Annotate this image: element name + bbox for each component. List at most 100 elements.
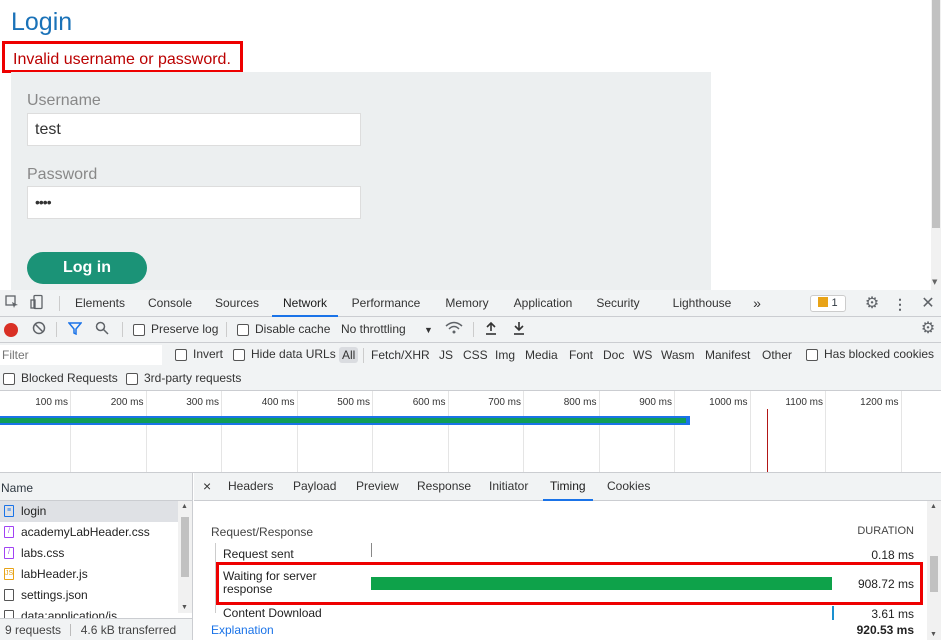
scroll-up-icon[interactable]: ▲ [930, 503, 937, 510]
file-icon [4, 589, 14, 601]
login-error-message: Invalid username or password. [2, 41, 243, 73]
close-devtools-icon[interactable]: ✕ [918, 294, 938, 314]
tab-memory[interactable]: Memory [437, 290, 497, 317]
record-icon[interactable] [4, 323, 18, 337]
login-button[interactable]: Log in [27, 252, 147, 284]
filter-type-media[interactable]: Media [522, 347, 561, 363]
tab-response[interactable]: Response [417, 473, 471, 501]
timeline-gridline [221, 391, 222, 472]
divider [59, 296, 60, 311]
details-scrollbar-thumb[interactable] [930, 556, 938, 592]
scroll-up-icon[interactable]: ▲ [181, 503, 188, 510]
timeline-tick-label: 1100 ms [785, 397, 823, 408]
scroll-down-icon[interactable]: ▼ [932, 278, 937, 286]
tab-network[interactable]: Network [272, 290, 338, 317]
divider [56, 322, 57, 337]
blocked-requests-label: Blocked Requests [21, 371, 118, 385]
password-label: Password [27, 166, 98, 183]
tab-security[interactable]: Security [590, 290, 646, 317]
request-list-scrollbar[interactable]: ▲ ▼ [178, 501, 192, 613]
tab-performance[interactable]: Performance [344, 290, 428, 317]
details-scrollbar[interactable]: ▲ ▼ [927, 501, 941, 640]
request-name: academyLabHeader.css [21, 525, 150, 539]
tab-preview[interactable]: Preview [356, 473, 399, 501]
third-party-requests-checkbox[interactable] [126, 373, 138, 385]
password-field[interactable]: •••• [27, 186, 361, 219]
name-column-header[interactable]: Name [0, 473, 192, 501]
search-icon[interactable] [92, 320, 112, 340]
timing-section-title: Request/Response [211, 525, 314, 539]
request-row[interactable]: JS labHeader.js [0, 564, 178, 585]
tab-console[interactable]: Console [139, 290, 201, 317]
duration-column-header: DURATION [857, 525, 914, 537]
network-overview-timeline[interactable]: 100 ms 200 ms 300 ms 400 ms 500 ms 600 ms 700 … [0, 391, 941, 473]
request-row[interactable]: settings.json [0, 585, 178, 606]
request-list-scrollbar-thumb[interactable] [181, 517, 189, 577]
issues-badge[interactable]: 1 [810, 295, 846, 312]
tab-application[interactable]: Application [505, 290, 581, 317]
filter-type-js[interactable]: JS [436, 347, 456, 363]
tab-timing[interactable]: Timing [543, 473, 593, 501]
request-name: labs.css [21, 546, 65, 560]
request-row[interactable]: / labs.css [0, 543, 178, 564]
timeline-gridline [447, 391, 449, 472]
filter-type-fetch-xhr[interactable]: Fetch/XHR [368, 347, 433, 363]
disable-cache-label: Disable cache [255, 322, 331, 336]
filter-type-ws[interactable]: WS [630, 347, 655, 363]
timeline-tick-label: 400 ms [261, 397, 295, 408]
network-settings-gear-icon[interactable]: ⚙ [918, 319, 938, 339]
tab-elements[interactable]: Elements [67, 290, 133, 317]
import-har-icon[interactable] [481, 320, 501, 340]
tab-lighthouse[interactable]: Lighthouse [665, 290, 739, 317]
filter-type-other[interactable]: Other [759, 347, 795, 363]
hide-data-urls-checkbox[interactable] [233, 349, 245, 361]
request-row[interactable]: ≡ login [0, 501, 178, 522]
kebab-menu-icon[interactable]: ⋮ [890, 294, 910, 314]
clear-icon[interactable] [29, 320, 49, 340]
blocked-requests-checkbox[interactable] [3, 373, 15, 385]
filter-type-font[interactable]: Font [566, 347, 596, 363]
tab-headers[interactable]: Headers [228, 473, 273, 501]
network-conditions-icon[interactable] [444, 320, 464, 340]
filter-input[interactable] [0, 345, 162, 365]
has-blocked-cookies-checkbox[interactable] [806, 349, 818, 361]
tab-payload[interactable]: Payload [293, 473, 336, 501]
device-toolbar-icon[interactable] [27, 294, 47, 314]
timeline-tick-label: 13 [914, 397, 941, 408]
timeline-gridline [145, 391, 147, 472]
dropdown-arrow-icon[interactable]: ▼ [424, 325, 433, 335]
timeline-tick-label: 900 ms [639, 397, 672, 408]
filter-type-wasm[interactable]: Wasm [658, 347, 698, 363]
filter-type-img[interactable]: Img [492, 347, 518, 363]
page-scrollbar-thumb[interactable] [932, 0, 940, 228]
inspect-element-icon[interactable] [2, 294, 22, 314]
filter-type-manifest[interactable]: Manifest [702, 347, 753, 363]
filter-type-doc[interactable]: Doc [600, 347, 627, 363]
filter-funnel-icon[interactable] [65, 320, 85, 340]
invert-checkbox[interactable] [175, 349, 187, 361]
username-field[interactable]: test [27, 113, 361, 146]
timeline-tick-label: 700 ms [488, 397, 521, 408]
tab-cookies[interactable]: Cookies [607, 473, 650, 501]
filter-type-all[interactable]: All [339, 347, 359, 363]
more-tabs-icon[interactable]: » [748, 290, 766, 317]
export-har-icon[interactable] [509, 320, 529, 340]
invert-label: Invert [193, 347, 224, 361]
css-icon: / [4, 547, 14, 559]
close-details-icon[interactable]: × [203, 473, 211, 501]
throttling-select[interactable]: No throttling [341, 322, 406, 336]
network-toolbar: Preserve log Disable cache No throttling… [0, 317, 941, 343]
tab-initiator[interactable]: Initiator [489, 473, 528, 501]
web-page: Login Invalid username or password. User… [0, 0, 941, 290]
page-scrollbar[interactable]: ▼ [931, 0, 941, 290]
filter-type-css[interactable]: CSS [460, 347, 491, 363]
scroll-down-icon[interactable]: ▼ [181, 604, 188, 611]
settings-gear-icon[interactable]: ⚙ [862, 294, 882, 314]
tab-sources[interactable]: Sources [207, 290, 267, 317]
disable-cache-checkbox[interactable] [237, 324, 249, 336]
issue-flag-icon [818, 297, 829, 307]
scroll-down-icon[interactable]: ▼ [930, 631, 937, 638]
explanation-link[interactable]: Explanation [211, 623, 274, 637]
preserve-log-checkbox[interactable] [133, 324, 145, 336]
request-row[interactable]: / academyLabHeader.css [0, 522, 178, 543]
